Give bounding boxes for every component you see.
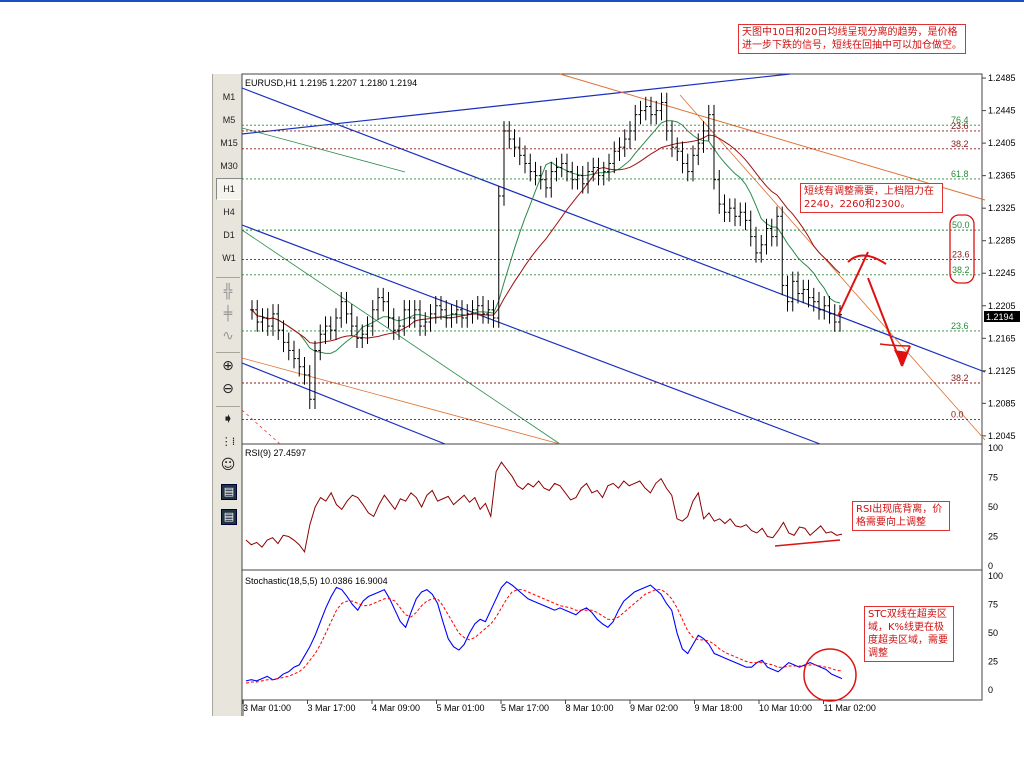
rsi-tick-label: 50 <box>988 502 998 512</box>
fib-level-label: 38.2 <box>952 265 970 275</box>
time-tick-label: 3 Mar 17:00 <box>308 703 356 713</box>
rsi-tick-label: 75 <box>988 473 998 483</box>
time-tick-label: 4 Mar 09:00 <box>372 703 420 713</box>
price-tick-label: 1.2325 <box>988 203 1016 213</box>
price-tick-label: 1.2445 <box>988 106 1016 116</box>
price-tick-label: 1.2045 <box>988 431 1016 441</box>
rsi-panel-title: RSI(9) 27.4597 <box>245 448 306 458</box>
price-panel-title: EURUSD,H1 1.2195 1.2207 1.2180 1.2194 <box>245 78 417 88</box>
fib-level-label: 61.8 <box>951 169 969 179</box>
time-tick-label: 9 Mar 18:00 <box>695 703 743 713</box>
stoch-annotation-text: STC双线在超卖区域，K%线更在极度超卖区域，需要调整 <box>868 609 948 659</box>
mid-annotation-note: 短线有调整需要，上档阻力在2240，2260和2300。 <box>800 183 943 213</box>
time-tick-label: 5 Mar 01:00 <box>437 703 485 713</box>
top-annotation-note: 天图中10日和20日均线呈现分离的趋势，是价格进一步下跌的信号，短线在回抽中可以… <box>738 24 966 54</box>
price-tick-label: 1.2405 <box>988 138 1016 148</box>
fib-level-label: 38.2 <box>951 373 969 383</box>
time-tick-label: 11 Mar 02:00 <box>824 703 876 713</box>
fib-level-label: 23.6 <box>951 321 969 331</box>
time-tick-label: 10 Mar 10:00 <box>759 703 812 713</box>
fib-level-label: 38.2 <box>951 139 969 149</box>
time-axis: 3 Mar 01:00 3 Mar 17:00 4 Mar 09:00 5 Mar 0… <box>242 700 876 713</box>
price-tick-label: 1.2285 <box>988 236 1016 246</box>
price-tick-label: 1.2485 <box>988 73 1016 83</box>
stoch-panel-title: Stochastic(18,5,5) 10.0386 16.9004 <box>245 576 388 586</box>
last-price-label: 1.2194 <box>986 312 1014 322</box>
mid-annotation-text: 短线有调整需要，上档阻力在2240，2260和2300。 <box>804 186 934 210</box>
price-tick-label: 1.2245 <box>988 268 1016 278</box>
stoch-tick-label: 50 <box>988 628 998 638</box>
stoch-tick-label: 75 <box>988 600 998 610</box>
stoch-tick-label: 100 <box>988 571 1003 581</box>
time-tick-label: 3 Mar 01:00 <box>243 703 291 713</box>
rsi-annotation-note: RSI出现底背离，价格需要向上调整 <box>852 501 950 531</box>
rsi-tick-label: 100 <box>988 443 1003 453</box>
stoch-tick-label: 25 <box>988 657 998 667</box>
rsi-annotation-text: RSI出现底背离，价格需要向上调整 <box>856 504 943 528</box>
rsi-tick-label: 25 <box>988 532 998 542</box>
price-tick-label: 1.2125 <box>988 366 1016 376</box>
fib-level-label: 50.0 <box>952 220 970 230</box>
price-axis: 1.2485 1.2445 1.2405 1.2365 1.2325 1.2285 1.22… <box>982 73 1016 441</box>
stoch-tick-label: 0 <box>988 685 993 695</box>
fib-level-label: 23.6 <box>952 249 970 259</box>
stoch-annotation-note: STC双线在超卖区域，K%线更在极度超卖区域，需要调整 <box>864 606 954 662</box>
time-tick-label: 9 Mar 02:00 <box>630 703 678 713</box>
top-annotation-text: 天图中10日和20日均线呈现分离的趋势，是价格进一步下跌的信号，短线在回抽中可以… <box>742 27 962 51</box>
fib-level-label: 23.6 <box>951 121 969 131</box>
fib-level-label: 0.0 <box>951 410 964 420</box>
time-tick-label: 8 Mar 10:00 <box>566 703 614 713</box>
time-tick-label: 5 Mar 17:00 <box>501 703 549 713</box>
rsi-tick-label: 0 <box>988 561 993 571</box>
price-tick-label: 1.2085 <box>988 398 1016 408</box>
price-tick-label: 1.2365 <box>988 171 1016 181</box>
price-tick-label: 1.2165 <box>988 333 1016 343</box>
price-tick-label: 1.2205 <box>988 301 1016 311</box>
